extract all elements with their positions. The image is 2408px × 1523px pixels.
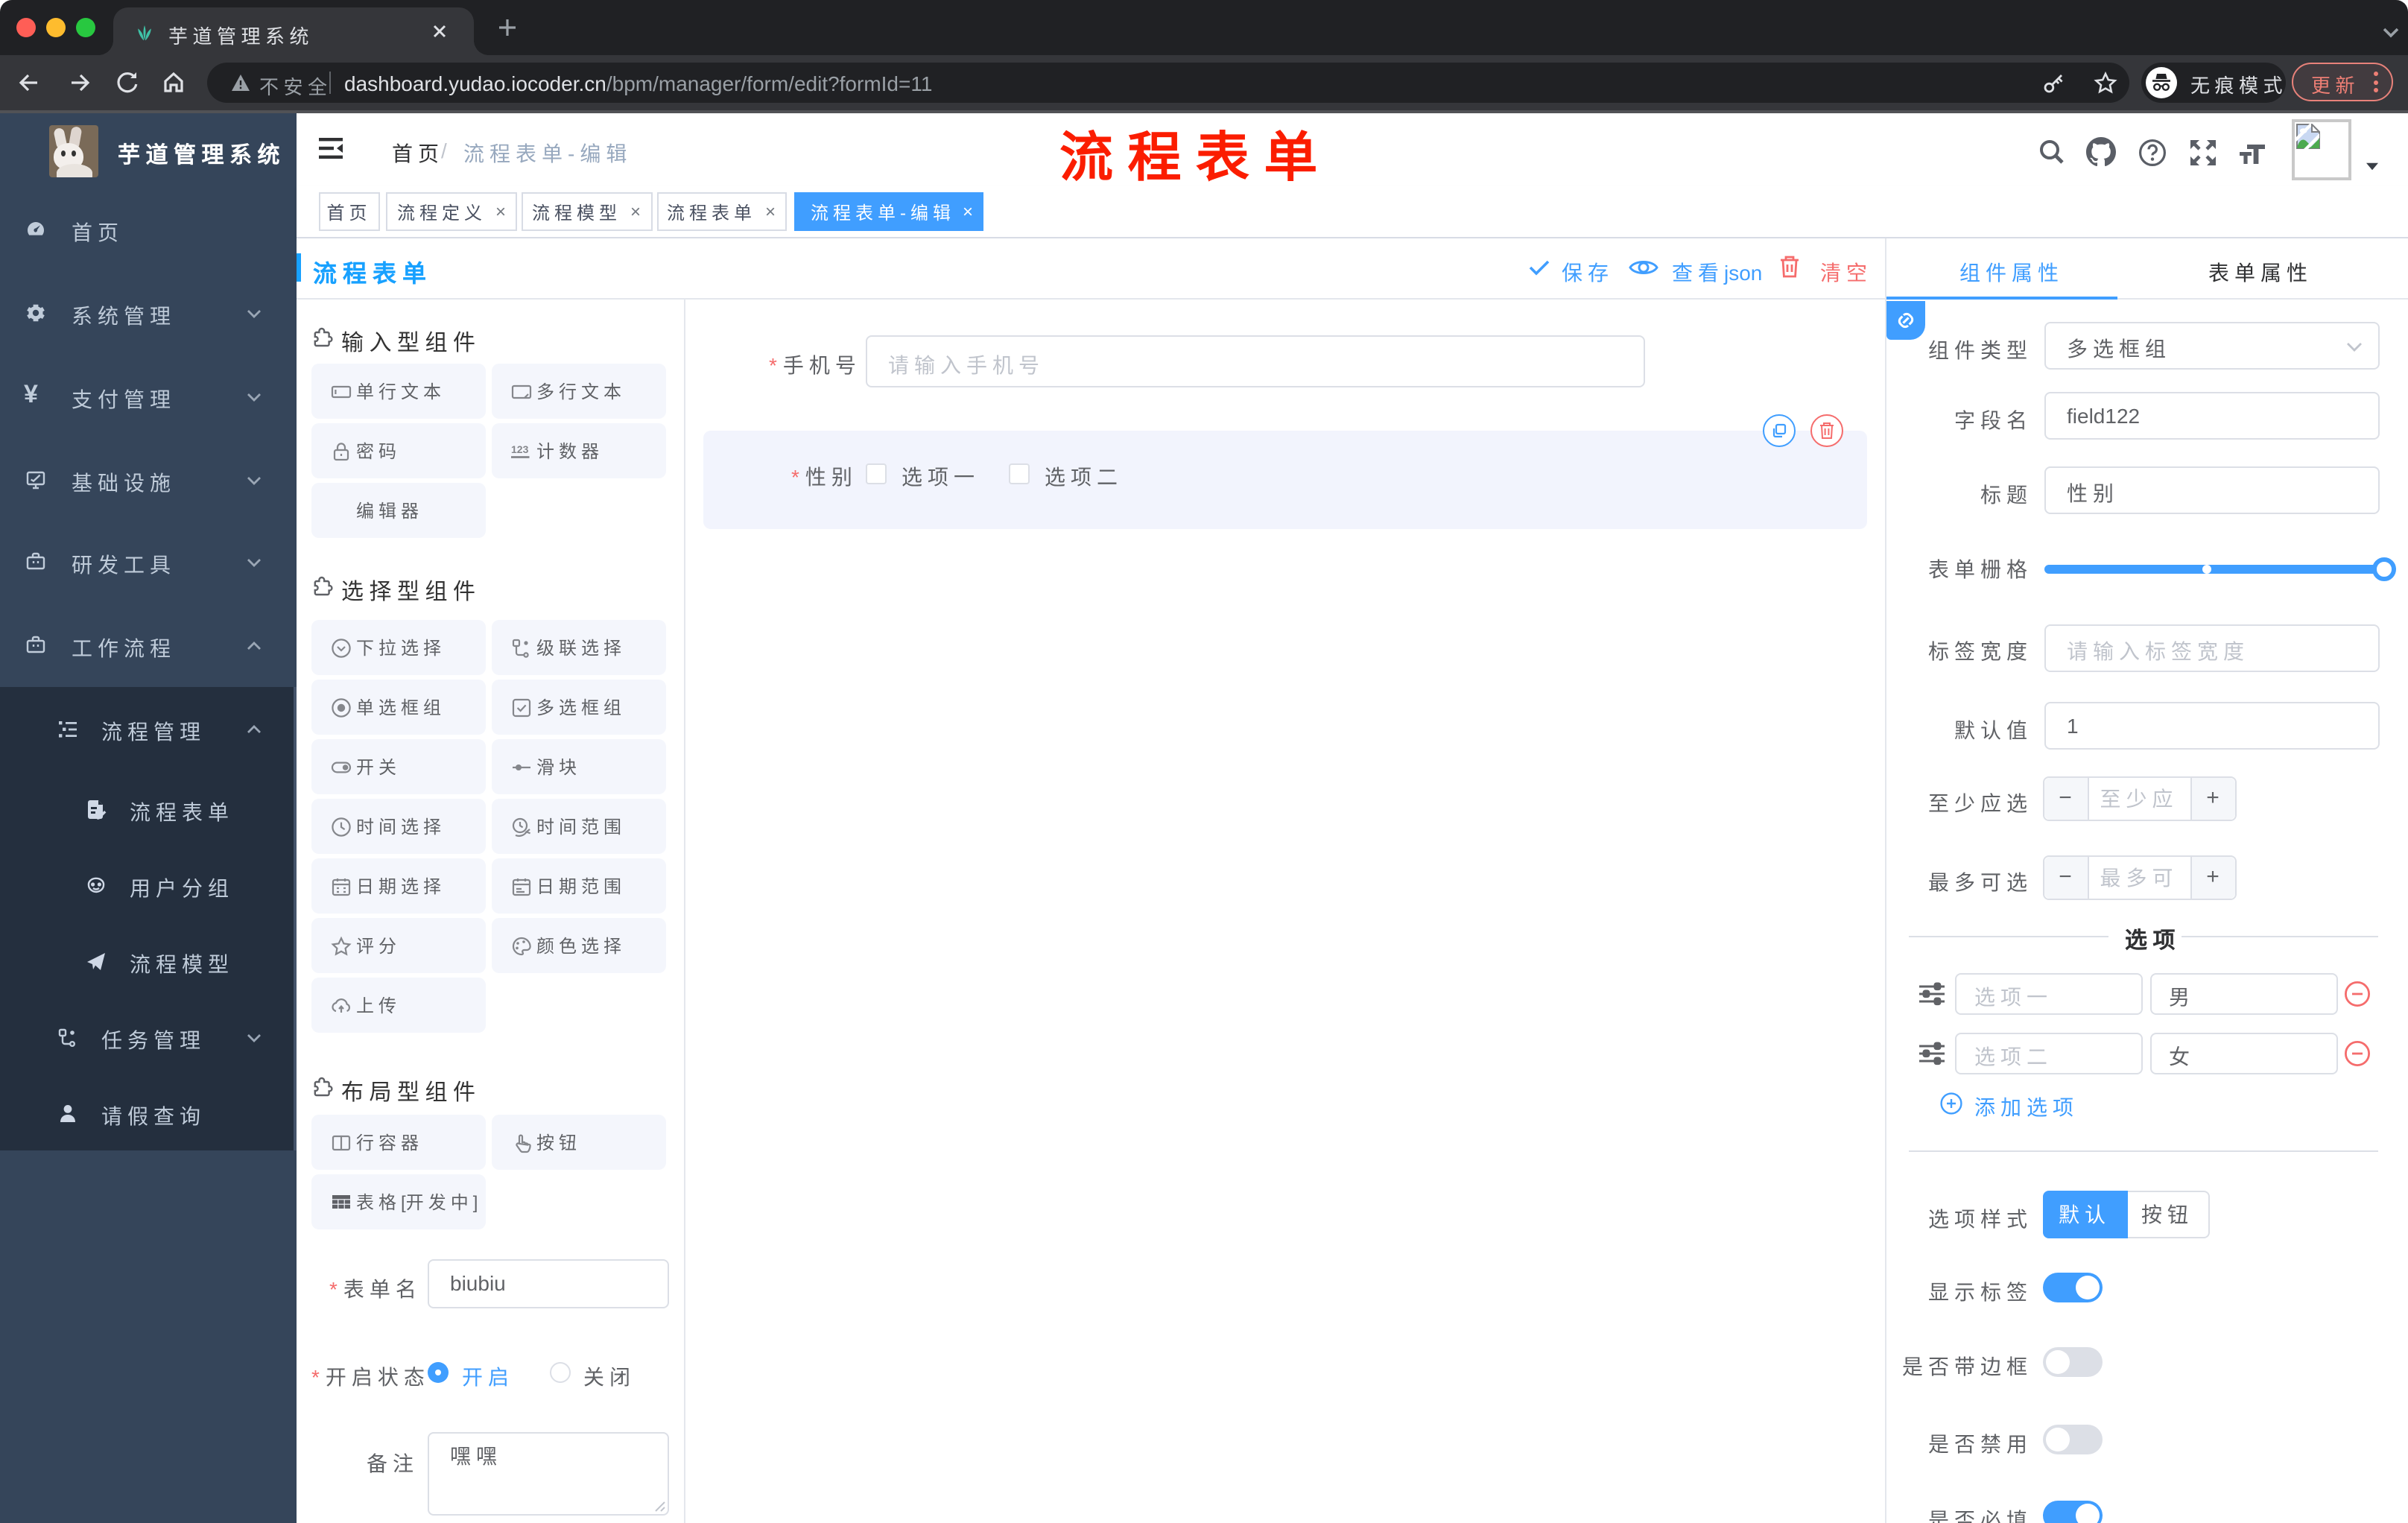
svg-text:123: 123: [511, 443, 529, 455]
